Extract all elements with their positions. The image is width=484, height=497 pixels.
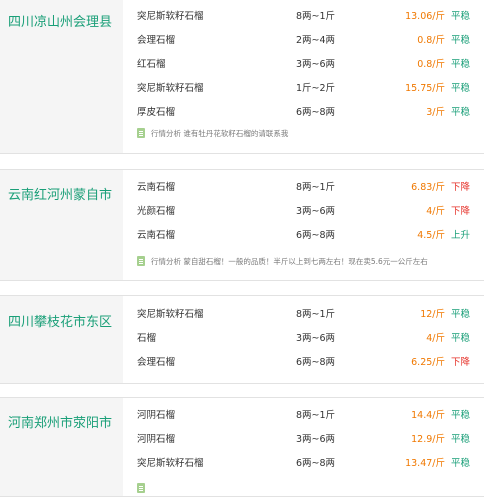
product-spec: 3两~6两 (296, 59, 336, 70)
price-trend: 下降 (450, 182, 470, 193)
product-name: 石榴 (137, 333, 157, 344)
price-list: 云南石榴 8两~1斤 6.83/斤 下降 光颜石榴 3两~6两 4/斤 下降 云… (123, 170, 484, 280)
product-name: 突尼斯软籽石榴 (137, 83, 204, 94)
product-spec: 8两~1斤 (296, 410, 336, 421)
product-price: 12/斤 (420, 309, 445, 320)
price-trend: 平稳 (450, 309, 470, 320)
price-row[interactable]: 突尼斯软籽石榴 8两~1斤 12/斤 平稳 (123, 303, 484, 327)
product-price: 6.25/斤 (411, 357, 445, 368)
price-list: 河阴石榴 8两~1斤 14.4/斤 平稳 河阴石榴 3两~6两 12.9/斤 平… (123, 398, 484, 496)
page: { "groups": [ { "region": "四川凉山州会理县", "r… (0, 0, 484, 497)
price-row[interactable]: 云南石榴 6两~8两 4.5/斤 上升 (123, 224, 484, 248)
product-price: 4/斤 (426, 333, 445, 344)
product-spec: 2两~4两 (296, 35, 336, 46)
product-price: 14.4/斤 (411, 410, 445, 421)
product-price: 0.8/斤 (417, 59, 445, 70)
product-name: 河阴石榴 (137, 410, 176, 421)
document-icon (137, 256, 145, 266)
product-price: 12.9/斤 (411, 434, 445, 445)
product-spec: 3两~6两 (296, 434, 336, 445)
market-analysis: 行情分析 谁有牡丹花软籽石榴的请联系我 (137, 127, 288, 141)
product-name: 会理石榴 (137, 357, 176, 368)
product-spec: 3两~6两 (296, 206, 336, 217)
price-trend: 平稳 (450, 83, 470, 94)
price-row[interactable]: 河阴石榴 8两~1斤 14.4/斤 平稳 (123, 404, 484, 428)
product-spec: 6两~8两 (296, 107, 336, 118)
product-price: 3/斤 (426, 107, 445, 118)
product-name: 红石榴 (137, 59, 166, 70)
price-list: 突尼斯软籽石榴 8两~1斤 12/斤 平稳 石榴 3两~6两 4/斤 平稳 会理… (123, 296, 484, 383)
price-trend: 平稳 (450, 59, 470, 70)
price-row[interactable]: 河阴石榴 3两~6两 12.9/斤 平稳 (123, 428, 484, 452)
region-link[interactable]: 河南郑州市荥阳市 (8, 412, 112, 431)
region-link[interactable]: 云南红河州蒙自市 (8, 184, 112, 203)
product-name: 厚皮石榴 (137, 107, 176, 118)
price-row[interactable]: 红石榴 3两~6两 0.8/斤 平稳 (123, 53, 484, 77)
region-link[interactable]: 四川攀枝花市东区 (8, 311, 112, 330)
market-group: 河南郑州市荥阳市 河阴石榴 8两~1斤 14.4/斤 平稳 河阴石榴 3两~6两… (0, 397, 484, 497)
product-name: 突尼斯软籽石榴 (137, 11, 204, 22)
product-spec: 6两~8两 (296, 357, 336, 368)
product-price: 13.06/斤 (405, 11, 445, 22)
price-trend: 平稳 (450, 434, 470, 445)
price-row[interactable]: 光颜石榴 3两~6两 4/斤 下降 (123, 200, 484, 224)
price-row[interactable]: 石榴 3两~6两 4/斤 平稳 (123, 327, 484, 351)
price-trend: 平稳 (450, 410, 470, 421)
product-name: 突尼斯软籽石榴 (137, 309, 204, 320)
price-trend: 平稳 (450, 107, 470, 118)
analysis-text: 行情分析 谁有牡丹花软籽石榴的请联系我 (151, 129, 289, 138)
price-row[interactable]: 会理石榴 6两~8两 6.25/斤 下降 (123, 351, 484, 375)
product-name: 会理石榴 (137, 35, 176, 46)
analysis-text: 行情分析 蒙自甜石榴！一般的品质！半斤以上到七两左右！现在卖5.6元一公斤左右 (151, 257, 428, 266)
market-analysis: 行情分析 蒙自甜石榴！一般的品质！半斤以上到七两左右！现在卖5.6元一公斤左右 (137, 255, 428, 269)
market-group: 四川攀枝花市东区 突尼斯软籽石榴 8两~1斤 12/斤 平稳 石榴 3两~6两 … (0, 295, 484, 384)
price-row[interactable]: 突尼斯软籽石榴 1斤~2斤 15.75/斤 平稳 (123, 77, 484, 101)
product-price: 15.75/斤 (405, 83, 445, 94)
price-trend: 平稳 (450, 333, 470, 344)
product-name: 云南石榴 (137, 230, 176, 241)
price-trend: 下降 (450, 206, 470, 217)
product-spec: 8两~1斤 (296, 11, 336, 22)
price-list: 突尼斯软籽石榴 8两~1斤 13.06/斤 平稳 会理石榴 2两~4两 0.8/… (123, 0, 484, 153)
price-trend: 平稳 (450, 11, 470, 22)
product-spec: 3两~6两 (296, 333, 336, 344)
price-trend: 平稳 (450, 458, 470, 469)
market-group: 云南红河州蒙自市 云南石榴 8两~1斤 6.83/斤 下降 光颜石榴 3两~6两… (0, 169, 484, 281)
price-row[interactable]: 突尼斯软籽石榴 6两~8两 13.47/斤 平稳 (123, 452, 484, 476)
product-name: 云南石榴 (137, 182, 176, 193)
price-trend: 上升 (450, 230, 470, 241)
product-spec: 1斤~2斤 (296, 83, 336, 94)
product-price: 4/斤 (426, 206, 445, 217)
document-icon (137, 128, 145, 138)
market-analysis (137, 482, 151, 496)
price-row[interactable]: 厚皮石榴 6两~8两 3/斤 平稳 (123, 101, 484, 125)
product-name: 突尼斯软籽石榴 (137, 458, 204, 469)
product-price: 6.83/斤 (411, 182, 445, 193)
product-name: 光颜石榴 (137, 206, 176, 217)
product-spec: 6两~8两 (296, 230, 336, 241)
price-row[interactable]: 会理石榴 2两~4两 0.8/斤 平稳 (123, 29, 484, 53)
market-group: 四川凉山州会理县 突尼斯软籽石榴 8两~1斤 13.06/斤 平稳 会理石榴 2… (0, 0, 484, 154)
product-name: 河阴石榴 (137, 434, 176, 445)
price-trend: 下降 (450, 357, 470, 368)
region-link[interactable]: 四川凉山州会理县 (8, 11, 112, 30)
product-price: 4.5/斤 (417, 230, 445, 241)
price-trend: 平稳 (450, 35, 470, 46)
product-spec: 8两~1斤 (296, 309, 336, 320)
price-row[interactable]: 云南石榴 8两~1斤 6.83/斤 下降 (123, 176, 484, 200)
product-spec: 8两~1斤 (296, 182, 336, 193)
product-spec: 6两~8两 (296, 458, 336, 469)
product-price: 0.8/斤 (417, 35, 445, 46)
price-row[interactable]: 突尼斯软籽石榴 8两~1斤 13.06/斤 平稳 (123, 5, 484, 29)
product-price: 13.47/斤 (405, 458, 445, 469)
